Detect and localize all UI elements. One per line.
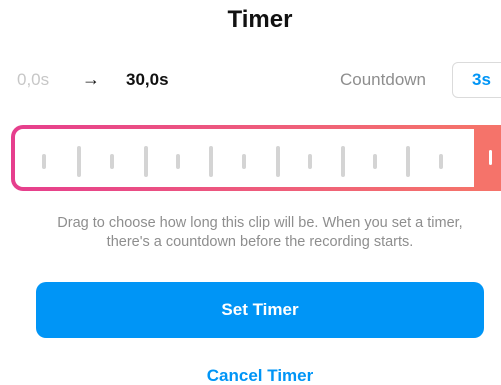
slider-tick (308, 154, 312, 169)
countdown-button[interactable]: 3s (452, 62, 501, 98)
helper-text-line: Drag to choose how long this clip will b… (57, 215, 463, 231)
slider-tick (42, 154, 46, 169)
cancel-timer-button[interactable]: Cancel Timer (0, 366, 501, 385)
end-time: 30,0s (126, 70, 169, 89)
slider-tick (242, 154, 246, 169)
duration-slider[interactable] (11, 125, 476, 191)
slider-tick (406, 146, 410, 177)
slider-tick (209, 146, 213, 177)
slider-tick (341, 146, 345, 177)
slider-tick (144, 146, 148, 177)
page-title: Timer (227, 6, 293, 33)
slider-tick (276, 146, 280, 177)
helper-text-line: there's a countdown before the recording… (106, 234, 414, 250)
slider-handle[interactable] (474, 125, 501, 191)
slider-tick (176, 154, 180, 169)
countdown-label: Countdown (340, 70, 427, 89)
arrow-right-icon: → (82, 69, 100, 89)
helper-text: Drag to choose how long this clip will b… (10, 214, 501, 252)
slider-tick (439, 154, 443, 169)
slider-tick (110, 154, 114, 169)
start-time: 0,0s (17, 70, 50, 89)
set-timer-button[interactable]: Set Timer (36, 282, 484, 338)
timer-sheet: Timer 0,0s → 30,0s Countdown 3s Drag to … (0, 0, 501, 385)
slider-tick (77, 146, 81, 177)
slider-tick (373, 154, 377, 169)
range-row: 0,0s → 30,0s Countdown 3s (0, 62, 501, 98)
handle-grip-icon (489, 150, 492, 165)
